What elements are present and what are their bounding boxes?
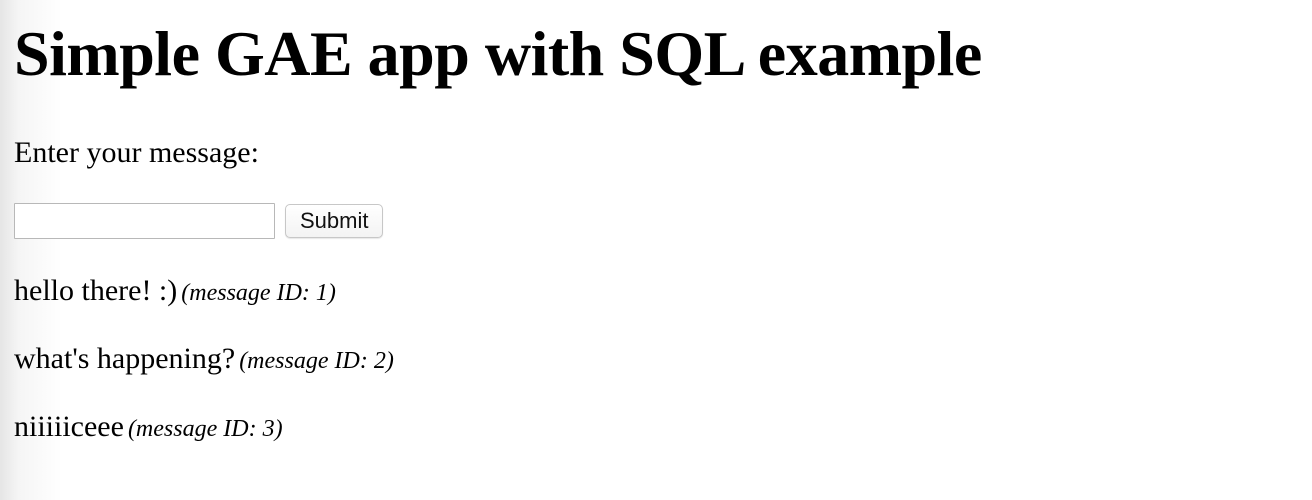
- page-title: Simple GAE app with SQL example: [14, 18, 982, 89]
- message-input[interactable]: [14, 203, 275, 239]
- message-form: Submit: [14, 203, 384, 239]
- message-id: (message ID: 2): [239, 348, 394, 374]
- message-item: what's happening? (message ID: 2): [14, 340, 394, 408]
- message-prompt-label: Enter your message:: [14, 136, 259, 169]
- message-item: hello there! :) (message ID: 1): [14, 272, 394, 340]
- submit-button[interactable]: Submit: [285, 204, 384, 238]
- page-content: Simple GAE app with SQL example Enter yo…: [14, 0, 1312, 500]
- message-list: hello there! :) (message ID: 1) what's h…: [14, 272, 394, 476]
- message-text: hello there! :): [14, 274, 178, 307]
- message-text: niiiiiceee: [14, 410, 124, 443]
- message-id: (message ID: 3): [127, 416, 283, 442]
- message-text: what's happening?: [14, 342, 236, 375]
- message-id: (message ID: 1): [181, 280, 336, 306]
- message-item: niiiiiceee (message ID: 3): [14, 408, 394, 476]
